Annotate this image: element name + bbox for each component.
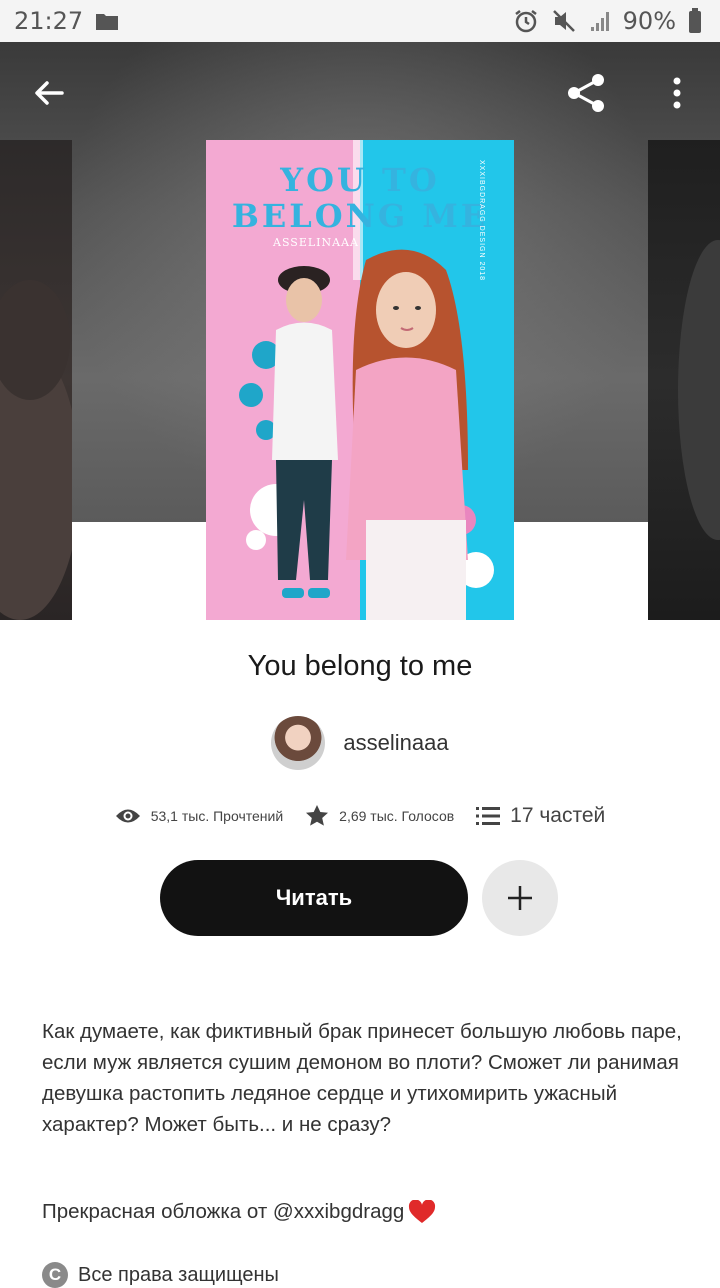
story-stats: 53,1 тыс. Прочтений 2,69 тыс. Голосов 17… <box>0 804 720 828</box>
author-name[interactable]: asselinaaa <box>343 730 448 756</box>
stat-votes: 2,69 тыс. Голосов <box>305 804 454 828</box>
author-row[interactable]: asselinaaa <box>0 716 720 770</box>
alarm-icon <box>513 8 539 34</box>
author-avatar[interactable] <box>271 716 326 770</box>
cover-credit: Прекрасная обложка от @xxxibgdragg <box>42 1196 692 1227</box>
share-button[interactable] <box>559 66 613 120</box>
previous-cover[interactable] <box>0 140 72 620</box>
status-bar: 21:27 90% <box>0 0 720 42</box>
next-cover[interactable] <box>648 140 720 620</box>
parts-count[interactable]: 17 частей <box>510 804 605 828</box>
copyright-text: Все права защищены <box>78 1263 279 1286</box>
mute-icon <box>551 8 577 34</box>
votes-count: 2,69 тыс. Голосов <box>339 808 455 824</box>
cover-title-line1: YOU TO <box>280 161 440 199</box>
status-time: 21:27 <box>14 7 84 35</box>
more-options-button[interactable] <box>650 66 704 120</box>
plus-icon <box>508 886 532 910</box>
story-title: You belong to me <box>247 650 473 682</box>
read-button[interactable]: Читать <box>160 860 468 936</box>
heart-icon <box>409 1199 436 1223</box>
story-cover[interactable]: YOU TO BELONG ME ASSELINAAA XXXIBGDRAGG … <box>206 140 514 620</box>
cover-side-text: XXXIBGDRAGG DESIGN 2018 <box>478 160 485 282</box>
folder-icon <box>95 11 119 31</box>
cover-title-line2: BELONG ME <box>231 197 489 235</box>
story-description: Как думаете, как фиктивный брак принесет… <box>42 1020 682 1136</box>
cover-credit-text: Прекрасная обложка от @xxxibgdragg <box>42 1200 405 1223</box>
copyright-row: C Все права защищены <box>42 1262 279 1288</box>
battery-level: 90% <box>622 7 676 35</box>
share-icon <box>568 74 604 112</box>
reads-count: 53,1 тыс. Прочтений <box>150 808 284 824</box>
battery-icon <box>688 8 702 34</box>
star-icon <box>306 805 329 826</box>
stat-reads: 53,1 тыс. Прочтений <box>115 807 283 825</box>
list-icon <box>476 807 501 825</box>
eye-icon <box>115 809 140 823</box>
add-to-library-button[interactable] <box>482 860 558 936</box>
more-vertical-icon <box>673 77 681 109</box>
copyright-icon: C <box>42 1262 68 1288</box>
back-button[interactable] <box>22 66 76 120</box>
cover-author-text: ASSELINAAA <box>273 236 359 249</box>
cover-title: YOU TO BELONG ME <box>206 162 514 234</box>
stat-parts[interactable]: 17 частей <box>476 804 605 828</box>
signal-icon <box>589 9 611 33</box>
arrow-left-icon <box>35 81 64 105</box>
